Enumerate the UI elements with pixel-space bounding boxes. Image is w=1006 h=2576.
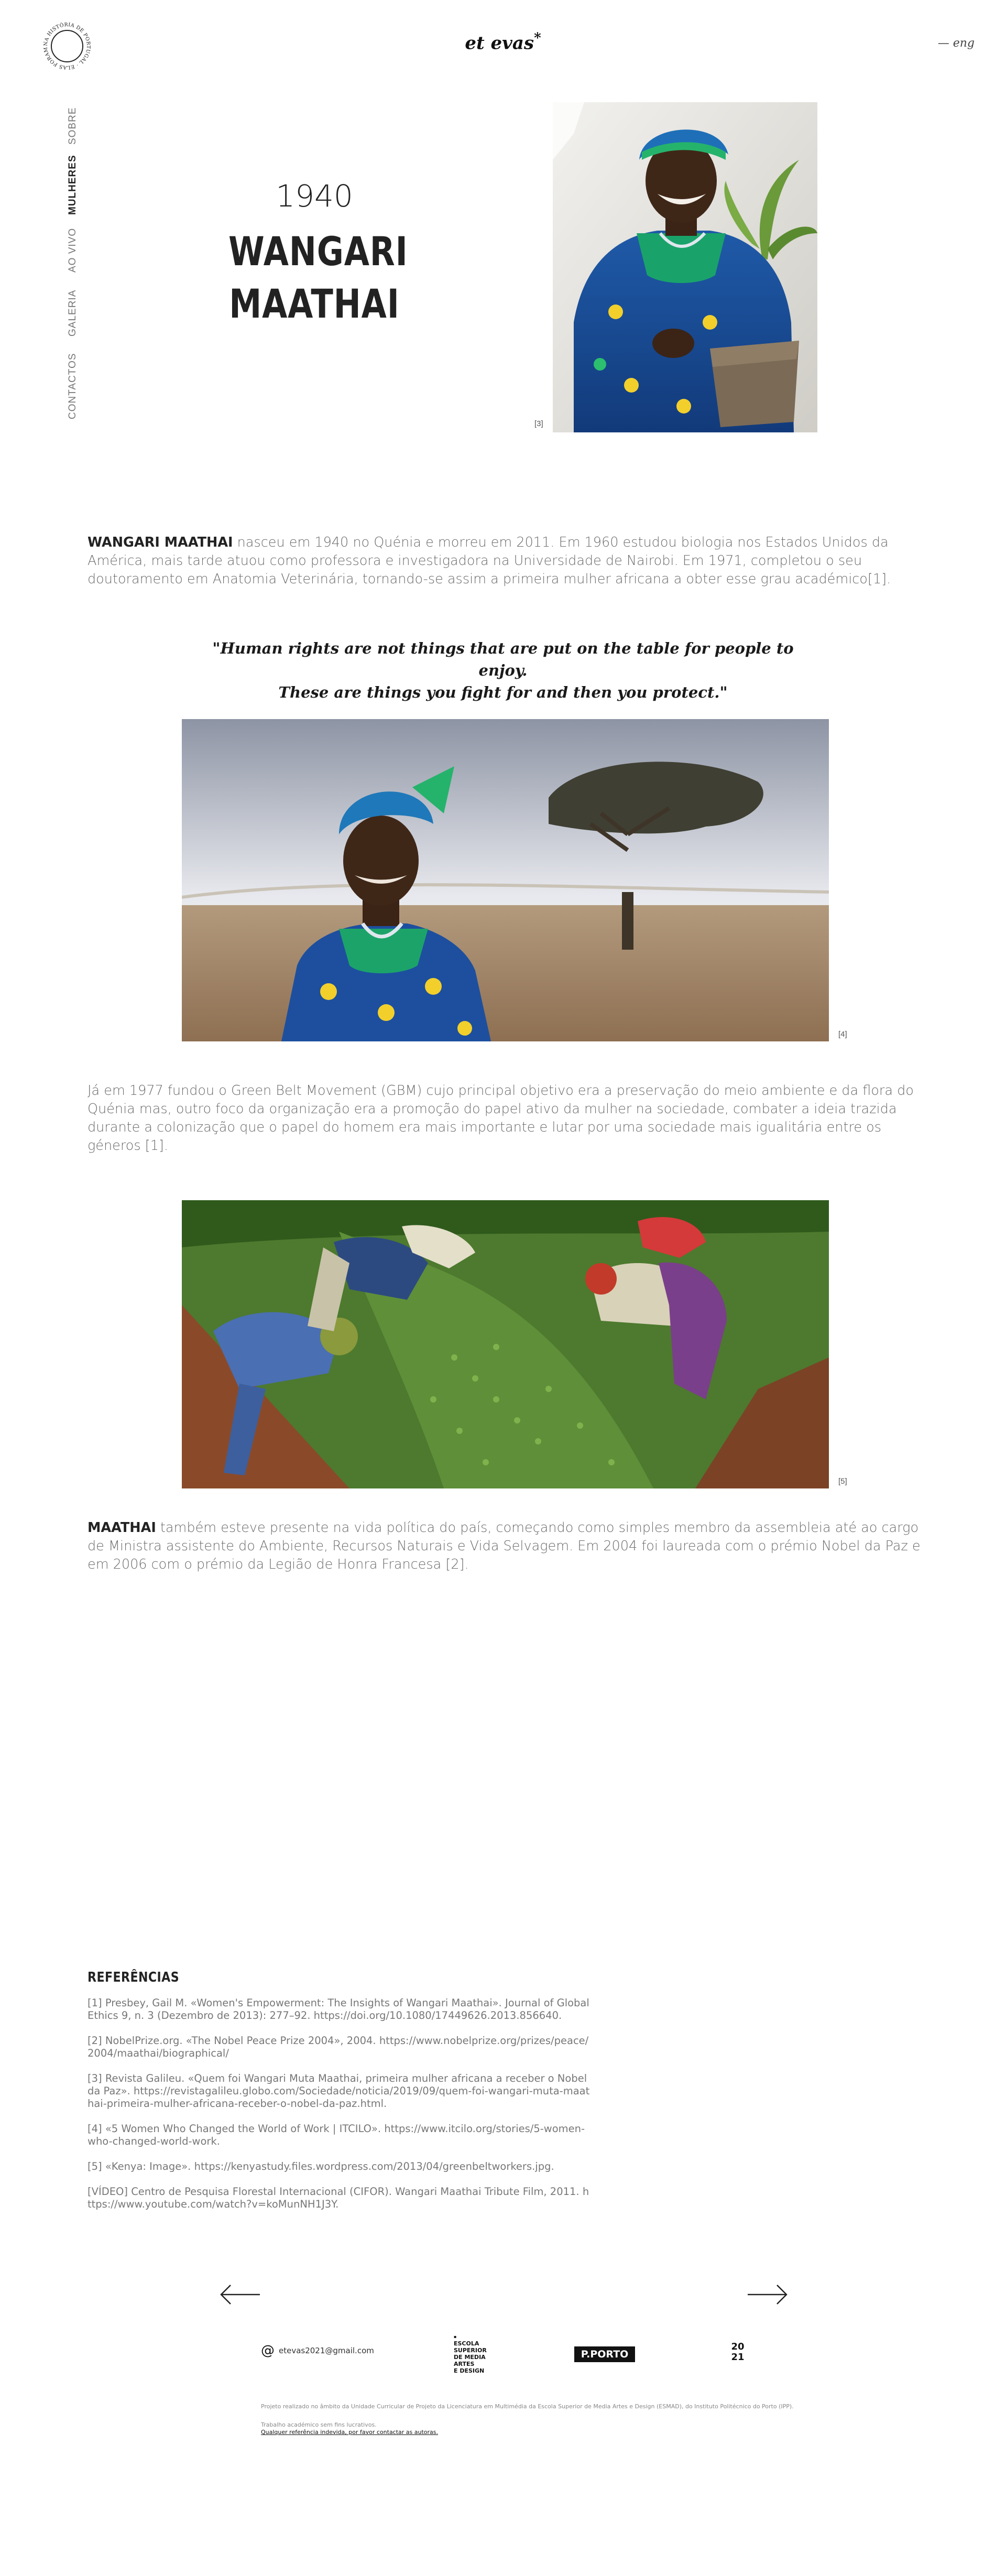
at-icon: @ bbox=[261, 2343, 275, 2358]
esmad-line: DE MEDIA bbox=[454, 2354, 486, 2361]
reference-item[interactable]: [5] «Kenya: Image». https://kenyastudy.f… bbox=[88, 2160, 591, 2173]
references-list: [1] Presbey, Gail M. «Women's Empowermen… bbox=[88, 1997, 591, 2223]
references-title: REFERÊNCIAS bbox=[88, 1970, 180, 1985]
esmad-line: SUPERIOR bbox=[454, 2347, 487, 2354]
reference-item[interactable]: [3] Revista Galileu. «Quem foi Wangari M… bbox=[88, 2072, 591, 2110]
savanna-photo bbox=[182, 719, 829, 1041]
next-arrow-icon[interactable] bbox=[747, 2284, 789, 2305]
politics-name: MAATHAI bbox=[88, 1520, 156, 1536]
project-credit: Projeto realizado no âmbito da Unidade C… bbox=[261, 2403, 794, 2410]
esmad-line: ESCOLA bbox=[454, 2340, 479, 2347]
reference-item[interactable]: [VÍDEO] Centro de Pesquisa Florestal Int… bbox=[88, 2186, 591, 2211]
nav-item-ao-vivo[interactable]: AO VIVO bbox=[67, 228, 79, 273]
nav-item-contactos[interactable]: CONTACTOS bbox=[67, 353, 79, 419]
language-switch[interactable]: — eng bbox=[922, 37, 975, 50]
politics-paragraph: MAATHAI também esteve presente na vida p… bbox=[88, 1519, 926, 1574]
page-title-line1: WANGARI bbox=[228, 228, 408, 275]
birth-year: 1940 bbox=[276, 178, 353, 214]
nav-item-mulheres[interactable]: MULHERES bbox=[67, 155, 79, 215]
portrait-image-ref[interactable]: [3] bbox=[534, 419, 543, 428]
reference-item[interactable]: [1] Presbey, Gail M. «Women's Empowermen… bbox=[88, 1997, 591, 2022]
politics-text: também esteve presente na vida política … bbox=[88, 1520, 921, 1572]
esmad-logo[interactable]: ▪ ESCOLA SUPERIOR DE MEDIA ARTES E DESIG… bbox=[454, 2333, 487, 2374]
reference-item[interactable]: [2] NobelPrize.org. «The Nobel Peace Pri… bbox=[88, 2035, 591, 2060]
reference-item[interactable]: [4] «5 Women Who Changed the World of Wo… bbox=[88, 2123, 591, 2148]
nursery-image-ref[interactable]: [5] bbox=[838, 1477, 847, 1486]
brand-mark: * bbox=[534, 30, 541, 46]
email-address[interactable]: etevas2021@gmail.com bbox=[279, 2346, 374, 2355]
contact-authors-link[interactable]: Qualquer referência indevida, por favor … bbox=[261, 2429, 438, 2436]
edition-year-bottom: 21 bbox=[731, 2352, 745, 2363]
quote: "Human rights are not things that are pu… bbox=[189, 637, 817, 703]
page-title-line2: MAATHAI bbox=[229, 280, 400, 327]
nav-item-galeria[interactable]: GALERIA bbox=[67, 290, 79, 336]
esmad-line: ARTES bbox=[454, 2361, 475, 2367]
green-belt-paragraph: Já em 1977 fundou o Green Belt Movement … bbox=[88, 1083, 914, 1154]
pporto-logo[interactable]: P.PORTO bbox=[574, 2346, 635, 2362]
esmad-line: E DESIGN bbox=[454, 2367, 485, 2374]
logo-ring-text: NA HISTÓRIA DE PORTUGAL · ELAS FORAM AS … bbox=[38, 16, 91, 70]
email-contact[interactable]: @ etevas2021@gmail.com bbox=[261, 2343, 374, 2358]
edition-year-top: 20 bbox=[731, 2341, 745, 2352]
previous-arrow-icon[interactable] bbox=[219, 2284, 261, 2305]
page-title: WANGARI MAATHAI bbox=[228, 225, 408, 330]
academic-disclaimer: Trabalho académico sem fins lucrativos. bbox=[261, 2421, 377, 2428]
svg-text:NA HISTÓRIA DE PORTUGAL · ELAS: NA HISTÓRIA DE PORTUGAL · ELAS FORAM AS … bbox=[41, 20, 91, 70]
brand-name: et evas bbox=[465, 32, 534, 54]
intro-paragraph: WANGARI MAATHAI nasceu em 1940 no Quénia… bbox=[88, 534, 926, 589]
quote-line1: "Human rights are not things that are pu… bbox=[212, 639, 794, 679]
edition-year: 20 21 bbox=[727, 2342, 748, 2363]
portrait-photo bbox=[553, 102, 817, 432]
nursery-photo bbox=[182, 1200, 829, 1488]
intro-name: WANGARI MAATHAI bbox=[88, 535, 233, 550]
brand-title[interactable]: et evas* bbox=[461, 30, 545, 53]
savanna-image-ref[interactable]: [4] bbox=[838, 1030, 847, 1039]
logo[interactable]: NA HISTÓRIA DE PORTUGAL · ELAS FORAM AS … bbox=[38, 16, 93, 72]
nav-item-sobre[interactable]: SOBRE bbox=[67, 107, 79, 145]
quote-line2: These are things you fight for and then … bbox=[278, 683, 728, 701]
